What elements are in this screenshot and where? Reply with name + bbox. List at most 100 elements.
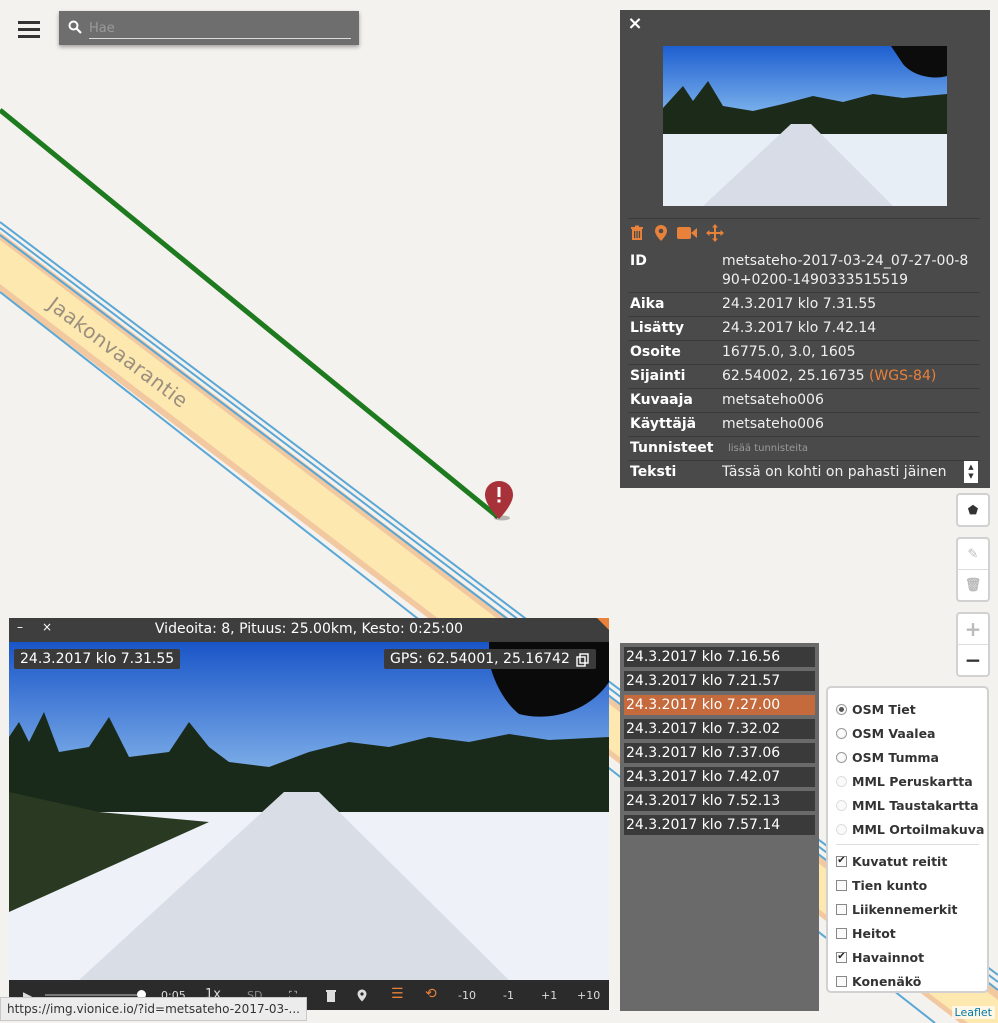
radio-button[interactable] bbox=[836, 727, 847, 739]
layer-label: Havainnot bbox=[852, 949, 925, 965]
video-timestamp: 24.3.2017 klo 7.31.55 bbox=[14, 649, 181, 669]
field-key: Käyttäjä bbox=[630, 416, 697, 432]
field-key: Tunnisteet bbox=[630, 440, 714, 456]
field-key: ID bbox=[630, 253, 647, 269]
move-icon[interactable] bbox=[704, 224, 726, 242]
video-frame[interactable]: 24.3.2017 klo 7.31.55 GPS: 62.54001, 25.… bbox=[9, 642, 609, 980]
base-layer-osm-tiet[interactable]: OSM Tiet bbox=[836, 697, 987, 721]
overlay-heitot[interactable]: Heitot bbox=[836, 921, 987, 945]
wgs-link[interactable]: (WGS-84) bbox=[869, 368, 936, 384]
radio-button[interactable] bbox=[836, 775, 847, 787]
map-pin-icon[interactable] bbox=[652, 224, 670, 242]
field-key: Sijainti bbox=[630, 368, 686, 384]
radio-button[interactable] bbox=[836, 823, 847, 835]
trash-icon[interactable] bbox=[628, 224, 646, 242]
close-icon[interactable]: × bbox=[626, 15, 644, 33]
base-layer-mml-taustakartta[interactable]: MML Taustakartta bbox=[836, 793, 987, 817]
checkbox[interactable] bbox=[836, 903, 847, 915]
list-icon[interactable]: ☰ bbox=[391, 986, 404, 1002]
layer-label: MML Taustakartta bbox=[852, 797, 979, 813]
step-back-10-button[interactable]: -10 bbox=[458, 989, 476, 1002]
step-forward-1-button[interactable]: +1 bbox=[541, 989, 557, 1002]
step-back-1-button[interactable]: -1 bbox=[503, 989, 514, 1002]
layer-label: MML Peruskartta bbox=[852, 773, 973, 789]
time-list-item[interactable]: 24.3.2017 klo 7.21.57 bbox=[624, 671, 815, 691]
time-list-item[interactable]: 24.3.2017 klo 7.32.02 bbox=[624, 719, 815, 739]
time-list-item-active[interactable]: 24.3.2017 klo 7.27.00 bbox=[624, 695, 815, 715]
zoom-in-button[interactable]: + bbox=[958, 614, 988, 644]
observation-marker-icon[interactable] bbox=[483, 479, 515, 521]
checkbox[interactable] bbox=[836, 975, 847, 987]
base-layer-osm-tumma[interactable]: OSM Tumma bbox=[836, 745, 987, 769]
divider bbox=[628, 218, 980, 219]
status-url: https://img.vionice.io/?id=metsateho-201… bbox=[0, 997, 307, 1021]
edit-icon[interactable]: ✎ bbox=[958, 539, 988, 569]
overlay-liikennemerkit[interactable]: Liikennemerkit bbox=[836, 897, 987, 921]
pentagon-icon[interactable]: ⬟ bbox=[958, 495, 988, 525]
checkbox[interactable] bbox=[836, 927, 847, 939]
row-id: ID metsateho-2017-03-24_07-27-00-890+020… bbox=[628, 250, 980, 293]
text-scroll-spinner[interactable]: ▲ ▼ bbox=[964, 461, 978, 483]
zoom-control: + − bbox=[956, 612, 990, 677]
field-key: Osoite bbox=[630, 344, 681, 360]
layer-label: OSM Vaalea bbox=[852, 725, 936, 741]
base-layer-mml-ortoilmakuva[interactable]: MML Ortoilmakuva bbox=[836, 817, 987, 841]
radio-button[interactable] bbox=[836, 703, 847, 715]
video-title-bar[interactable]: Videoita: 8, Pituus: 25.00km, Kesto: 0:2… bbox=[9, 618, 609, 642]
repeat-icon[interactable]: ⟲ bbox=[425, 986, 437, 1002]
search-input[interactable] bbox=[89, 19, 351, 39]
checkbox[interactable]: ✔ bbox=[836, 951, 847, 963]
progress-track[interactable] bbox=[45, 994, 145, 996]
image-thumbnail[interactable] bbox=[663, 46, 947, 206]
minimize-button[interactable]: – bbox=[17, 620, 23, 634]
layer-label: Konenäkö bbox=[852, 973, 922, 989]
field-value: metsateho006 bbox=[722, 416, 824, 432]
row-location: Sijainti 62.54002, 25.16735 (WGS-84) bbox=[628, 365, 980, 389]
time-list-item[interactable]: 24.3.2017 klo 7.52.13 bbox=[624, 791, 815, 811]
menu-button[interactable] bbox=[12, 12, 46, 46]
row-time: Aika 24.3.2017 klo 7.31.55 bbox=[628, 293, 980, 317]
field-key: Kuvaaja bbox=[630, 392, 693, 408]
checkbox[interactable]: ✔ bbox=[836, 855, 847, 867]
base-layer-osm-vaalea[interactable]: OSM Vaalea bbox=[836, 721, 987, 745]
zoom-out-button[interactable]: − bbox=[958, 645, 988, 675]
time-list-item[interactable]: 24.3.2017 klo 7.42.07 bbox=[624, 767, 815, 787]
image-info-panel: × ID metsateho-2017-03-24_07-27-00-890+0… bbox=[620, 10, 990, 488]
trash-icon[interactable] bbox=[325, 989, 337, 1005]
resize-corner-icon[interactable] bbox=[597, 618, 609, 630]
add-tags-input[interactable]: lisää tunnisteita bbox=[722, 439, 808, 458]
radio-button[interactable] bbox=[836, 751, 847, 763]
layer-label: OSM Tumma bbox=[852, 749, 939, 765]
text-field[interactable]: Tässä on kohti on pahasti jäinen bbox=[722, 463, 980, 482]
video-camera-icon[interactable] bbox=[676, 224, 698, 242]
overlay-konenako[interactable]: Konenäkö bbox=[836, 969, 987, 993]
overlay-havainnot[interactable]: ✔ Havainnot bbox=[836, 945, 987, 969]
close-button[interactable]: × bbox=[42, 620, 52, 634]
copy-icon[interactable] bbox=[576, 653, 590, 667]
overlay-tien-kunto[interactable]: Tien kunto bbox=[836, 873, 987, 897]
draw-polygon-control: ⬟ bbox=[956, 493, 990, 527]
layer-label: Heitot bbox=[852, 925, 896, 941]
image-details-table: ID metsateho-2017-03-24_07-27-00-890+020… bbox=[628, 250, 980, 484]
time-list-item[interactable]: 24.3.2017 klo 7.57.14 bbox=[624, 815, 815, 835]
time-list-item[interactable]: 24.3.2017 klo 7.37.06 bbox=[624, 743, 815, 763]
checkbox[interactable] bbox=[836, 879, 847, 891]
step-forward-10-button[interactable]: +10 bbox=[577, 989, 600, 1002]
search-bar[interactable] bbox=[59, 11, 359, 45]
layer-label: Kuvatut reitit bbox=[852, 853, 948, 869]
map-pin-icon[interactable] bbox=[357, 989, 367, 1005]
row-tags: Tunnisteet lisää tunnisteita bbox=[628, 437, 980, 461]
attribution-link[interactable]: Leaflet bbox=[951, 1006, 995, 1019]
gps-text: GPS: 62.54001, 25.16742 bbox=[390, 651, 570, 667]
row-added: Lisätty 24.3.2017 klo 7.42.14 bbox=[628, 317, 980, 341]
time-list-item[interactable]: 24.3.2017 klo 7.16.56 bbox=[624, 647, 815, 667]
edit-control: ✎ 🗑 bbox=[956, 537, 990, 602]
base-layer-mml-peruskartta[interactable]: MML Peruskartta bbox=[836, 769, 987, 793]
row-photographer: Kuvaaja metsateho006 bbox=[628, 389, 980, 413]
field-value: 16775.0, 3.0, 1605 bbox=[722, 344, 856, 360]
radio-button[interactable] bbox=[836, 799, 847, 811]
row-address: Osoite 16775.0, 3.0, 1605 bbox=[628, 341, 980, 365]
delete-icon[interactable]: 🗑 bbox=[958, 570, 988, 600]
layer-label: MML Ortoilmakuva bbox=[852, 821, 985, 837]
overlay-kuvatut-reitit[interactable]: ✔ Kuvatut reitit bbox=[836, 849, 987, 873]
